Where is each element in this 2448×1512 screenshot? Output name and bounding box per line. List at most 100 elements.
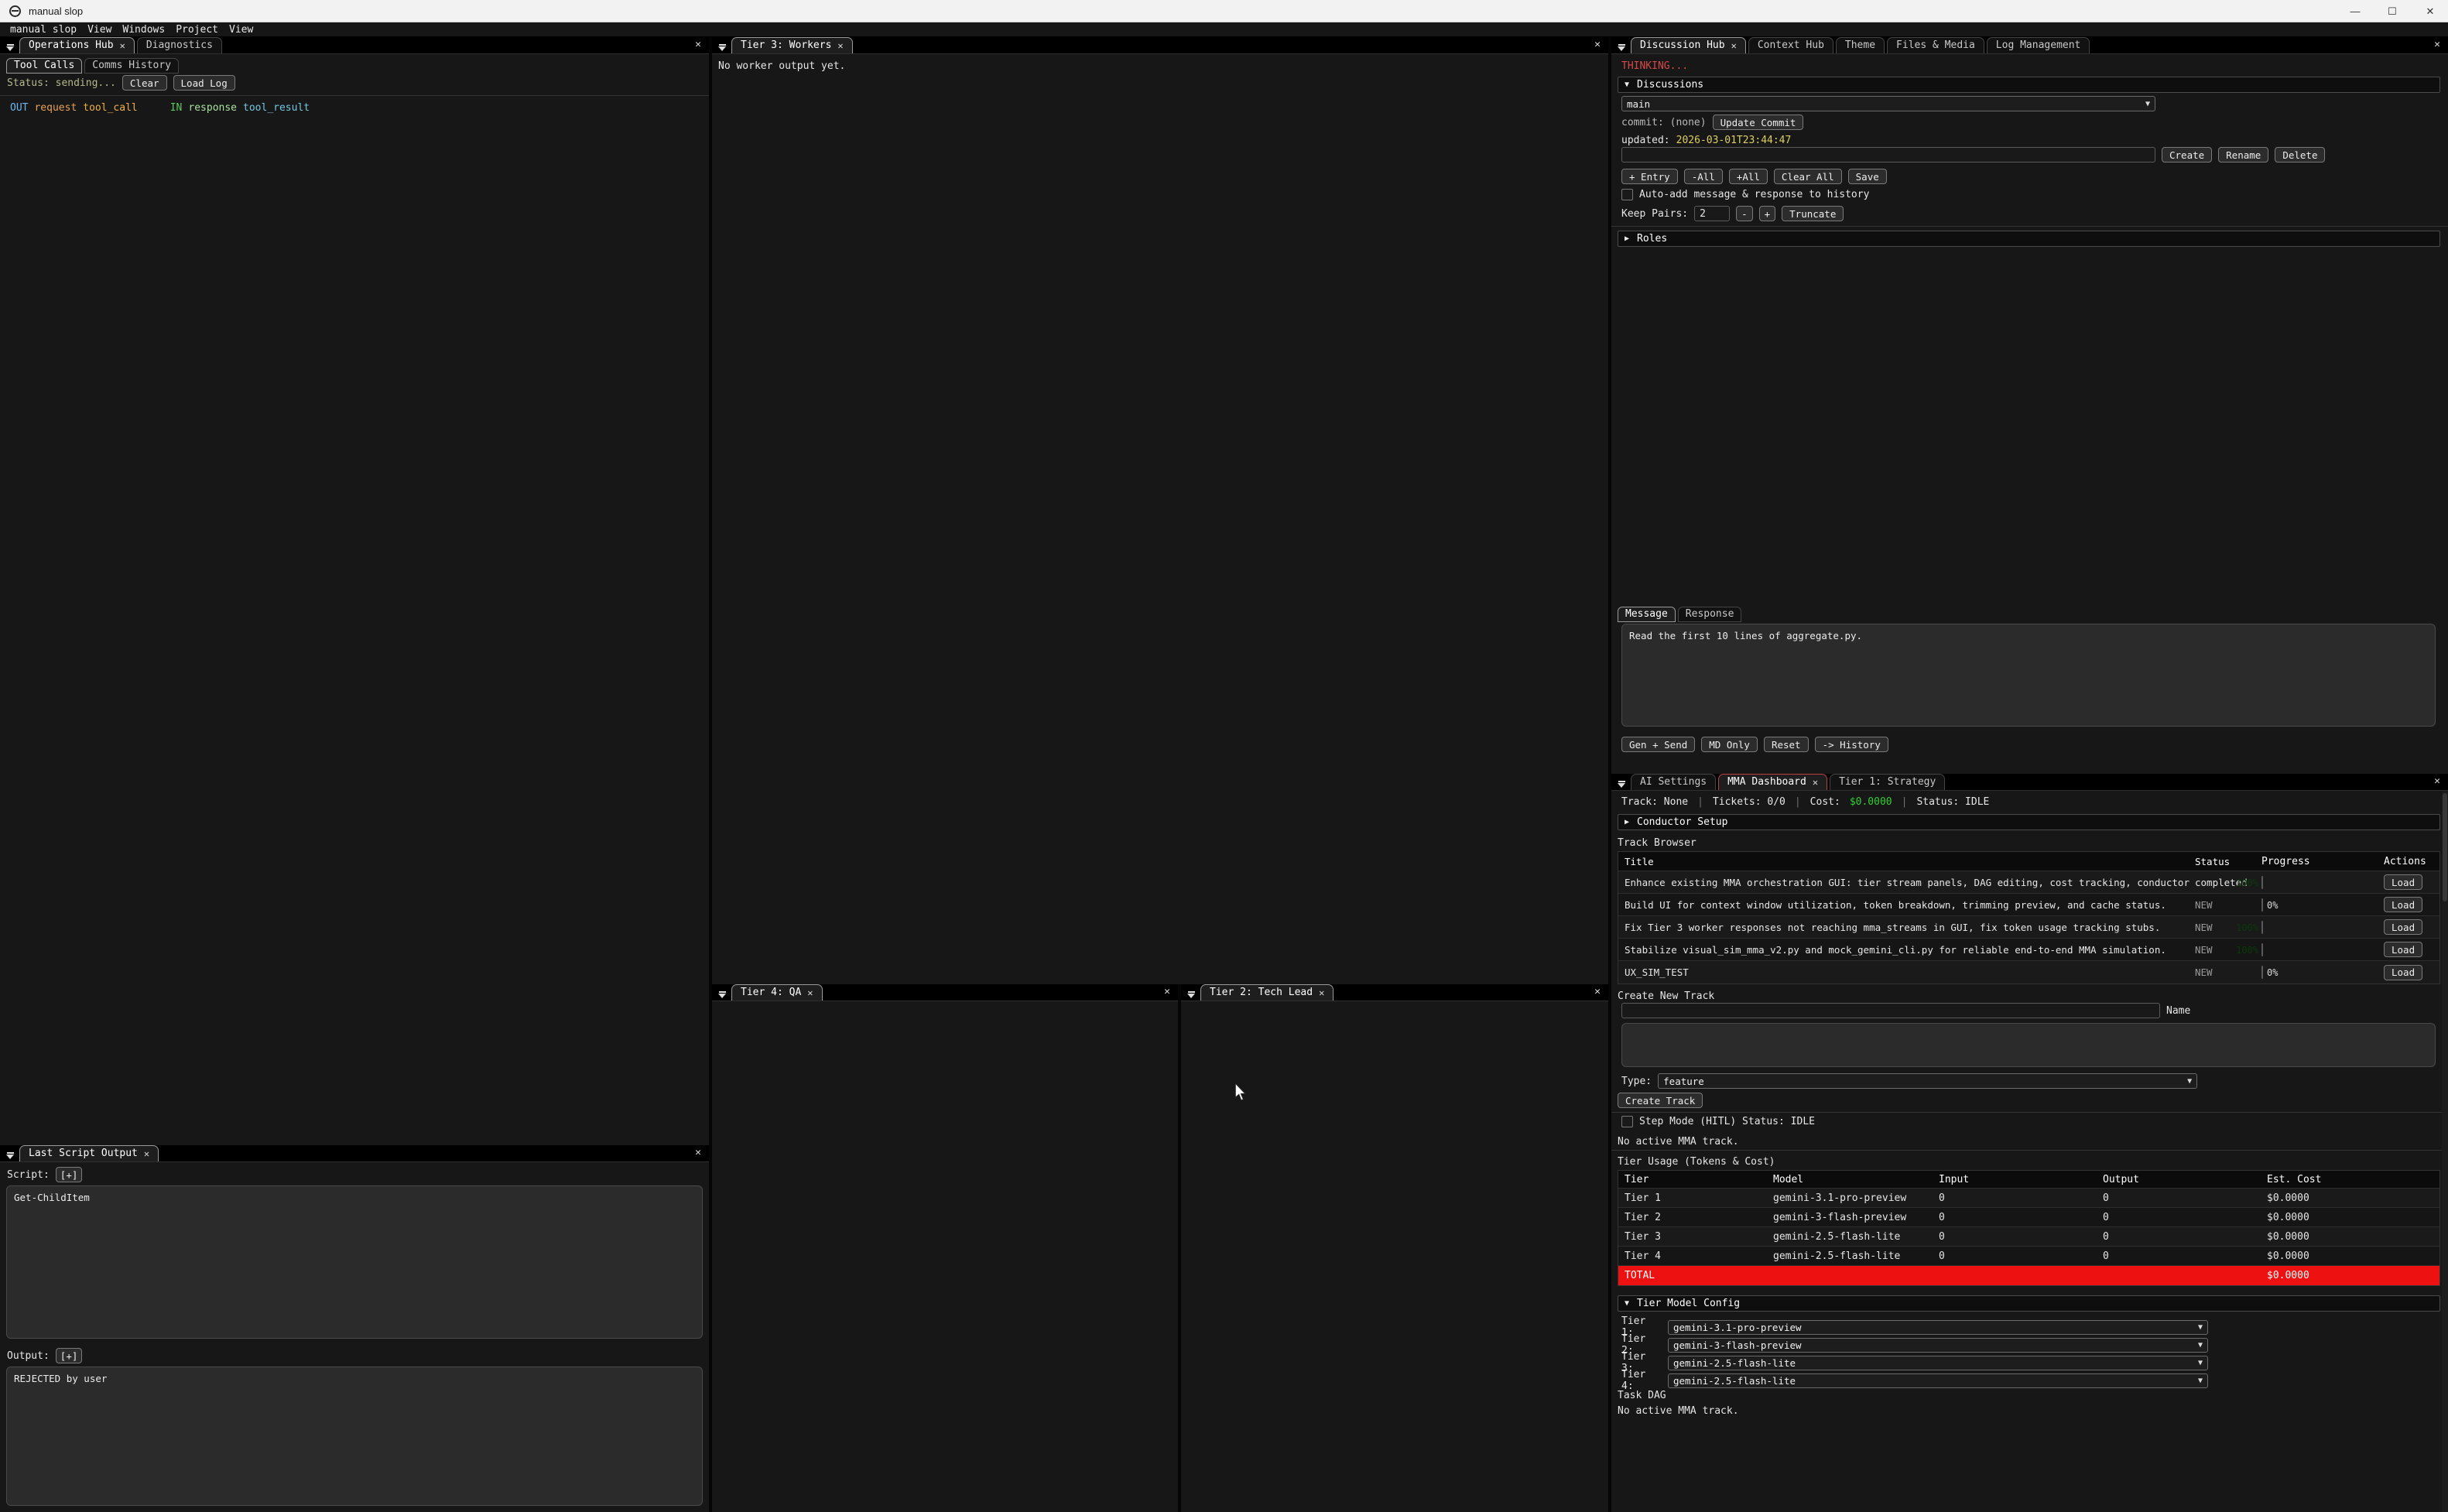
autoadd-checkbox[interactable] — [1621, 189, 1633, 200]
collapse-all-button[interactable]: -All — [1684, 169, 1723, 184]
subtab-message[interactable]: Message — [1618, 607, 1676, 622]
save-button[interactable]: Save — [1848, 169, 1887, 184]
dock-menu-icon[interactable] — [715, 39, 729, 51]
tab-operations-hub[interactable]: Operations Hub ✕ — [19, 37, 135, 53]
menu-item-view-2[interactable]: View — [229, 24, 253, 36]
panel-close-icon[interactable]: ✕ — [2434, 39, 2440, 50]
panel-close-icon[interactable]: ✕ — [2434, 775, 2440, 787]
keep-pairs-plus-button[interactable]: + — [1759, 206, 1776, 221]
table-row[interactable]: UX_SIM_TEST NEW 0% Load — [1618, 961, 2439, 983]
tab-tier2-tech-lead[interactable]: Tier 2: Tech Lead ✕ — [1200, 984, 1334, 1001]
subtab-comms-history[interactable]: Comms History — [84, 58, 179, 74]
message-textarea[interactable]: Read the first 10 lines of aggregate.py. — [1621, 624, 2436, 727]
tab-close-icon[interactable]: ✕ — [144, 1148, 149, 1159]
minimize-button[interactable]: — — [2337, 0, 2373, 22]
table-row[interactable]: Enhance existing MMA orchestration GUI: … — [1618, 871, 2439, 894]
menu-item-windows[interactable]: Windows — [122, 24, 165, 36]
panel-close-icon[interactable]: ✕ — [695, 39, 701, 50]
tier2-model-select[interactable]: gemini-3-flash-preview ▼ — [1668, 1338, 2208, 1353]
table-row[interactable]: Stabilize visual_sim_mma_v2.py and mock_… — [1618, 939, 2439, 961]
add-entry-button[interactable]: + Entry — [1621, 169, 1678, 184]
tab-close-icon[interactable]: ✕ — [807, 987, 813, 998]
scrollbar-thumb[interactable] — [2443, 793, 2447, 901]
load-button[interactable]: Load — [2384, 919, 2422, 935]
tier1-model-select[interactable]: gemini-3.1-pro-preview ▼ — [1668, 1320, 2208, 1335]
delete-button[interactable]: Delete — [2275, 147, 2325, 162]
load-log-button[interactable]: Load Log — [173, 75, 235, 91]
update-commit-button[interactable]: Update Commit — [1713, 115, 1804, 130]
dock-menu-icon[interactable] — [3, 1148, 17, 1159]
thinking-status: THINKING... — [1621, 60, 1688, 72]
tab-mma-dashboard[interactable]: MMA Dashboard ✕ — [1718, 774, 1827, 790]
tab-tier4-qa[interactable]: Tier 4: QA ✕ — [731, 984, 823, 1001]
create-track-button[interactable]: Create Track — [1618, 1093, 1703, 1108]
track-description-textarea[interactable] — [1621, 1023, 2436, 1067]
tier4-model-select[interactable]: gemini-2.5-flash-lite ▼ — [1668, 1373, 2208, 1388]
roles-section-header[interactable]: ▶ Roles — [1618, 231, 2440, 247]
load-button[interactable]: Load — [2384, 897, 2422, 912]
menu-item-project[interactable]: Project — [176, 24, 218, 36]
output-textarea[interactable]: REJECTED by user — [6, 1367, 703, 1506]
tier-model-config-header[interactable]: ▼ Tier Model Config — [1618, 1295, 2440, 1312]
script-expand-button[interactable]: [+] — [56, 1167, 83, 1182]
dock-menu-icon[interactable] — [3, 39, 17, 51]
tab-close-icon[interactable]: ✕ — [1731, 40, 1737, 51]
tab-last-script-output[interactable]: Last Script Output ✕ — [19, 1145, 159, 1161]
script-textarea[interactable]: Get-ChildItem — [6, 1185, 703, 1339]
md-only-button[interactable]: MD Only — [1701, 737, 1758, 752]
tab-theme[interactable]: Theme — [1836, 37, 1885, 53]
tab-discussion-hub[interactable]: Discussion Hub ✕ — [1631, 37, 1746, 53]
tab-tier3-workers[interactable]: Tier 3: Workers ✕ — [731, 37, 853, 53]
load-button[interactable]: Load — [2384, 965, 2422, 980]
tab-close-icon[interactable]: ✕ — [1813, 777, 1818, 788]
vertical-scrollbar[interactable] — [2442, 792, 2448, 1512]
gen-send-button[interactable]: Gen + Send — [1621, 737, 1695, 752]
tab-ai-settings[interactable]: AI Settings — [1631, 774, 1716, 790]
keep-pairs-minus-button[interactable]: - — [1736, 206, 1753, 221]
panel-close-icon[interactable]: ✕ — [1594, 39, 1601, 50]
rename-button[interactable]: Rename — [2218, 147, 2268, 162]
tab-close-icon[interactable]: ✕ — [1319, 987, 1324, 998]
panel-close-icon[interactable]: ✕ — [1594, 986, 1601, 997]
table-row[interactable]: Build UI for context window utilization,… — [1618, 894, 2439, 916]
to-history-button[interactable]: -> History — [1815, 737, 1888, 752]
dock-menu-icon[interactable] — [1614, 39, 1628, 51]
discussion-name-input[interactable] — [1621, 147, 2155, 162]
keep-pairs-input[interactable]: 2 — [1694, 206, 1730, 221]
expand-all-button[interactable]: +All — [1729, 169, 1768, 184]
tier3-model-select[interactable]: gemini-2.5-flash-lite ▼ — [1668, 1356, 2208, 1370]
tab-close-icon[interactable]: ✕ — [120, 40, 125, 51]
track-type-select[interactable]: feature ▼ — [1658, 1073, 2197, 1089]
close-button[interactable]: ✕ — [2412, 0, 2448, 22]
track-name-input[interactable] — [1621, 1003, 2160, 1018]
dock-menu-icon[interactable] — [1184, 987, 1198, 998]
truncate-button[interactable]: Truncate — [1782, 206, 1844, 221]
tab-diagnostics[interactable]: Diagnostics — [137, 37, 222, 53]
reset-button[interactable]: Reset — [1764, 737, 1809, 752]
clear-all-button[interactable]: Clear All — [1774, 169, 1842, 184]
conductor-setup-header[interactable]: ▶ Conductor Setup — [1618, 814, 2440, 830]
panel-close-icon[interactable]: ✕ — [1164, 986, 1170, 997]
panel-close-icon[interactable]: ✕ — [695, 1147, 701, 1158]
dock-menu-icon[interactable] — [715, 987, 729, 998]
subtab-response[interactable]: Response — [1678, 607, 1742, 622]
discussion-select[interactable]: main ▼ — [1621, 96, 2155, 111]
tab-tier1-strategy[interactable]: Tier 1: Strategy — [1830, 774, 1945, 790]
tab-close-icon[interactable]: ✕ — [837, 40, 843, 51]
step-mode-checkbox[interactable] — [1621, 1116, 1633, 1127]
tab-context-hub[interactable]: Context Hub — [1748, 37, 1833, 53]
clear-button[interactable]: Clear — [122, 75, 167, 91]
tab-log-management[interactable]: Log Management — [1987, 37, 2090, 53]
create-button[interactable]: Create — [2162, 147, 2212, 162]
load-button[interactable]: Load — [2384, 874, 2422, 890]
menu-item-view[interactable]: View — [87, 24, 111, 36]
output-expand-button[interactable]: [+] — [56, 1348, 83, 1363]
load-button[interactable]: Load — [2384, 942, 2422, 957]
table-row[interactable]: Fix Tier 3 worker responses not reaching… — [1618, 916, 2439, 939]
subtab-tool-calls[interactable]: Tool Calls — [6, 58, 82, 74]
menu-item-app[interactable]: manual slop — [10, 24, 77, 36]
tab-files-media[interactable]: Files & Media — [1887, 37, 1984, 53]
dock-menu-icon[interactable] — [1614, 776, 1628, 788]
maximize-button[interactable]: ☐ — [2374, 0, 2410, 22]
discussions-section-header[interactable]: ▼ Discussions — [1618, 77, 2440, 93]
